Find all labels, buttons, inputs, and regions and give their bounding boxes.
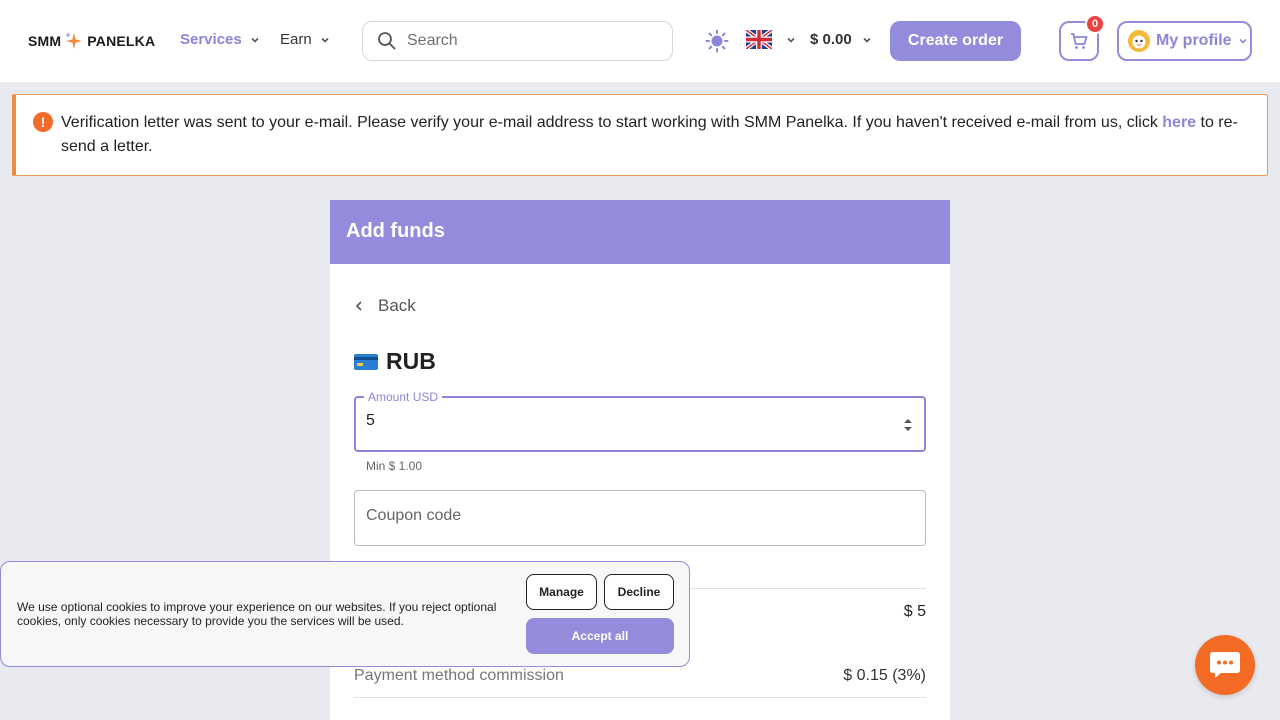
commission-value: $ 0.15 (3%)	[843, 667, 926, 684]
site-logo[interactable]: SMM PANELKA	[28, 30, 155, 52]
credit-card-icon	[354, 353, 378, 370]
nav-earn-label: Earn	[280, 31, 312, 48]
chat-bubble-icon	[1210, 652, 1240, 678]
verification-alert: ! Verification letter was sent to your e…	[12, 94, 1268, 176]
manage-cookies-button[interactable]: Manage	[526, 574, 597, 610]
chevron-down-icon	[321, 37, 329, 43]
payment-method-title: RUB	[354, 348, 436, 375]
coupon-field[interactable]	[354, 490, 926, 546]
nav-earn[interactable]: Earn	[280, 31, 330, 48]
chevron-down-icon	[787, 37, 795, 43]
chevron-left-icon	[355, 301, 362, 311]
balance-value: $ 0.00	[810, 31, 852, 48]
search-input[interactable]	[407, 32, 647, 50]
coupon-input[interactable]	[366, 507, 906, 525]
cookie-message: We use optional cookies to improve your …	[17, 600, 497, 628]
accept-all-cookies-button[interactable]: Accept all	[526, 618, 674, 654]
avatar	[1128, 30, 1150, 52]
alert-text-before: Verification letter was sent to your e-m…	[61, 114, 1163, 131]
chevron-down-icon	[251, 37, 259, 43]
search-box[interactable]	[362, 21, 673, 61]
card-title: Add funds	[330, 200, 950, 264]
chevron-down-icon	[1238, 38, 1247, 44]
balance-selector[interactable]: $ 0.00	[810, 31, 872, 48]
amount-label: Amount USD	[364, 390, 443, 404]
theme-toggle-sun-icon[interactable]	[705, 29, 729, 53]
nav-services-label: Services	[180, 31, 242, 48]
resend-link[interactable]: here	[1162, 114, 1196, 131]
chat-widget-button[interactable]	[1195, 635, 1255, 695]
profile-menu[interactable]: My profile	[1117, 21, 1252, 61]
chevron-down-icon	[863, 37, 871, 43]
payment-method-name: RUB	[386, 348, 436, 374]
profile-label: My profile	[1156, 32, 1232, 49]
nav-services[interactable]: Services	[180, 31, 260, 48]
amount-field[interactable]: Amount USD	[354, 390, 926, 452]
divider	[354, 697, 926, 698]
decline-cookies-button[interactable]: Decline	[604, 574, 674, 610]
cookie-banner: We use optional cookies to improve your …	[0, 561, 690, 667]
logo-text-left: SMM	[28, 33, 62, 49]
back-button[interactable]: Back	[354, 296, 416, 316]
search-icon	[378, 32, 396, 50]
cart-icon	[1071, 33, 1088, 49]
cart-button[interactable]: 0	[1059, 14, 1105, 61]
language-selector[interactable]	[746, 30, 796, 49]
logo-spark-icon	[65, 32, 83, 49]
number-spinner-icon[interactable]	[902, 416, 914, 434]
logo-text-right: PANELKA	[87, 33, 156, 49]
cart-count-badge: 0	[1085, 14, 1105, 34]
amount-total-value: $ 5	[903, 603, 926, 620]
back-label: Back	[378, 296, 416, 315]
top-header: SMM PANELKA Services Earn Search $ 0.00 …	[0, 0, 1280, 82]
amount-input[interactable]	[366, 412, 866, 430]
warning-icon: !	[33, 112, 53, 132]
uk-flag-icon	[746, 30, 772, 49]
alert-message: Verification letter was sent to your e-m…	[61, 111, 1256, 159]
create-order-button[interactable]: Create order	[890, 21, 1021, 61]
commission-label: Payment method commission	[354, 667, 564, 684]
amount-helper-text: Min $ 1.00	[366, 459, 423, 473]
